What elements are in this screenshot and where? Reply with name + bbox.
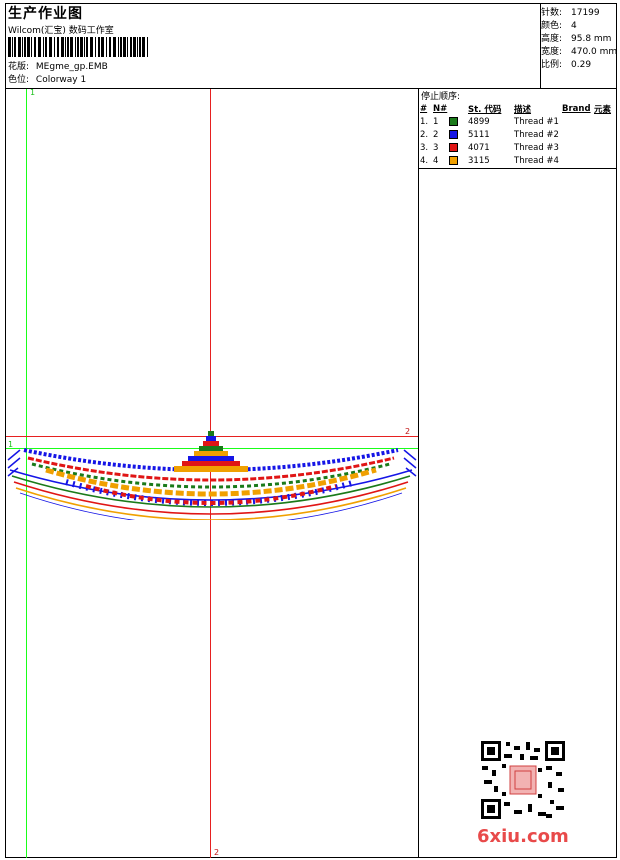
- colorway-label: 色位:: [8, 75, 30, 85]
- stat-value: 95.8 mm: [571, 34, 612, 44]
- row-desc: Thread #2: [514, 129, 559, 140]
- row-element: [594, 141, 616, 154]
- row-n: 4: [433, 155, 439, 166]
- qr-code-image: [480, 740, 566, 820]
- stat-row: 比例: 0.29: [541, 57, 617, 70]
- stat-label: 比例:: [541, 60, 563, 70]
- row-code: 4071: [468, 142, 490, 153]
- stat-label: 宽度:: [541, 47, 563, 57]
- stat-row: 针数: 17199: [541, 5, 617, 18]
- row-code: 3115: [468, 155, 490, 166]
- stat-value: 4: [571, 21, 577, 31]
- col-brand: Brand: [562, 103, 591, 114]
- row-num: 2.: [420, 129, 429, 140]
- page-title: 生产作业图: [8, 6, 83, 22]
- stop-sequence-title: 停止顺序:: [421, 92, 461, 102]
- row-element: [594, 154, 616, 167]
- stats-panel: 针数: 17199 颜色: 4 高度: 95.8 mm 宽度: 470.0 mm 比例:…: [541, 5, 617, 70]
- row-n-cell: 3: [433, 141, 468, 154]
- design-row: 花版: MEgme_gp.EMB: [8, 61, 108, 73]
- marker-1-top: 1: [30, 88, 36, 97]
- color-table-divider: [418, 168, 617, 169]
- color-table: # N# St. 代码 描述 Brand 元素 1. 1 4899 Thread…: [420, 102, 616, 167]
- row-num: 4.: [420, 155, 429, 166]
- table-row: 1. 1 4899 Thread #1: [420, 115, 616, 128]
- color-swatch: [449, 129, 459, 139]
- row-desc: Thread #4: [514, 155, 559, 166]
- col-element: 元素: [594, 104, 612, 115]
- barcode-image: [8, 37, 148, 57]
- stat-value: 0.29: [571, 60, 592, 70]
- color-swatch: [449, 116, 459, 126]
- design-value: MEgme_gp.EMB: [35, 62, 108, 72]
- stat-label: 针数:: [541, 8, 563, 18]
- row-brand: [562, 115, 594, 128]
- col-num: #: [420, 103, 428, 114]
- stat-label: 高度:: [541, 34, 563, 44]
- row-n-cell: 4: [433, 154, 468, 167]
- row-num: 3.: [420, 142, 429, 153]
- stat-row: 高度: 95.8 mm: [541, 31, 617, 44]
- row-desc: Thread #3: [514, 142, 559, 153]
- row-element: [594, 128, 616, 141]
- row-n-cell: 2: [433, 128, 468, 141]
- row-desc: Thread #1: [514, 116, 559, 127]
- color-swatch: [449, 142, 459, 152]
- row-n-cell: 1: [433, 115, 468, 128]
- color-table-header: # N# St. 代码 描述 Brand 元素: [420, 102, 616, 115]
- colorway-value: Colorway 1: [35, 75, 87, 85]
- row-brand: [562, 141, 594, 154]
- company-name: Wilcom(汇宝) 数码工作室: [8, 26, 114, 36]
- row-num: 1.: [420, 116, 429, 127]
- row-brand: [562, 128, 594, 141]
- row-n: 2: [433, 129, 439, 140]
- table-row: 4. 4 3115 Thread #4: [420, 154, 616, 167]
- stat-row: 颜色: 4: [541, 18, 617, 31]
- table-row: 2. 2 5111 Thread #2: [420, 128, 616, 141]
- colorway-row: 色位: Colorway 1: [8, 74, 86, 86]
- row-element: [594, 115, 616, 128]
- col-code: St. 代码: [468, 104, 502, 115]
- row-brand: [562, 154, 594, 167]
- marker-2-bottom: 2: [214, 848, 220, 857]
- table-row: 3. 3 4071 Thread #3: [420, 141, 616, 154]
- watermark-text: 6xiu.com: [477, 826, 569, 847]
- color-swatch: [449, 155, 459, 165]
- stat-value: 470.0 mm: [571, 47, 618, 57]
- stat-label: 颜色:: [541, 21, 563, 31]
- header-divider: [5, 88, 617, 89]
- embroidery-design-image: [7, 431, 417, 520]
- row-n: 3: [433, 142, 439, 153]
- panel-divider: [418, 88, 419, 858]
- row-code: 4899: [468, 116, 490, 127]
- stat-row: 宽度: 470.0 mm: [541, 44, 617, 57]
- stat-value: 17199: [571, 8, 600, 18]
- row-code: 5111: [468, 129, 490, 140]
- row-n: 1: [433, 116, 439, 127]
- col-n: N#: [433, 103, 448, 114]
- col-desc: 描述: [514, 104, 532, 115]
- design-label: 花版:: [8, 62, 30, 72]
